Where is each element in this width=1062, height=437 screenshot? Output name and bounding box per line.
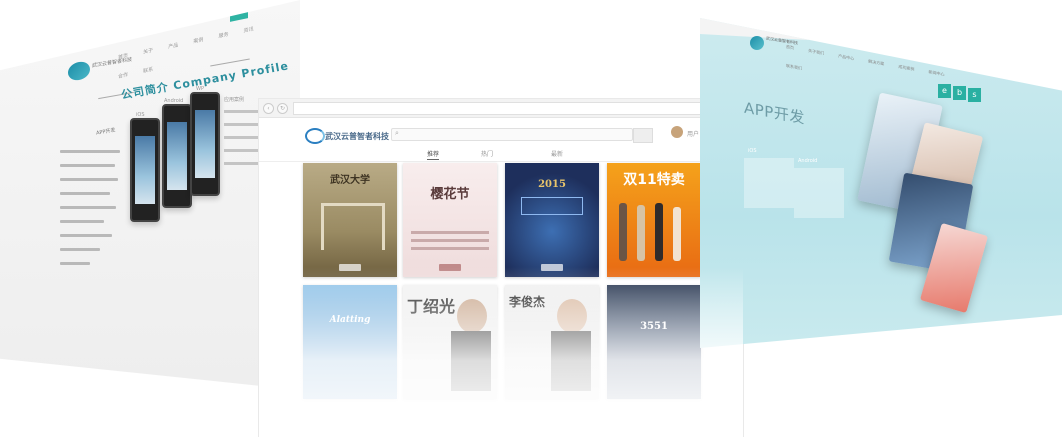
phone-mockup: [190, 92, 220, 196]
card-caption: Alatting: [329, 315, 371, 325]
phone-label: WP: [196, 86, 204, 92]
right-nav-item[interactable]: 新闻中心: [928, 69, 944, 78]
card-caption: 李俊杰: [509, 295, 546, 309]
search-input[interactable]: [391, 128, 633, 141]
left-nav-item[interactable]: 关于: [143, 47, 153, 56]
content-card[interactable]: 2015: [505, 163, 599, 277]
platform-label: iOS: [748, 148, 757, 154]
card-caption: 樱花节: [430, 187, 470, 202]
share-icon[interactable]: s: [968, 88, 981, 102]
left-nav-item[interactable]: 资讯: [244, 25, 254, 34]
right-nav-item[interactable]: 首页: [786, 44, 794, 51]
right-website-preview: 武汉云普智者科技 首页 关于我们 产品中心 解决方案 成功案例 新闻中心 联系我…: [700, 18, 1062, 348]
left-text-block: [60, 150, 120, 276]
platform-label: Android: [798, 158, 818, 164]
site-logo-text: 武汉云普智者科技: [325, 132, 389, 141]
card-caption: 双11特卖: [623, 172, 685, 188]
card-caption: 2015: [538, 179, 566, 190]
search-icon: ⌕: [395, 129, 399, 137]
content-card[interactable]: 双11特卖: [607, 163, 701, 277]
content-card[interactable]: 丁绍光: [403, 285, 497, 399]
site-logo-icon: [305, 128, 325, 144]
right-nav: 首页 关于我们 产品中心 解决方案 成功案例 新闻中心 联系我们: [786, 33, 956, 101]
tab-recommended[interactable]: 推荐: [427, 149, 440, 160]
phone-label: Android: [164, 98, 184, 104]
content-card[interactable]: 李俊杰: [505, 285, 599, 399]
right-logo-icon: [750, 36, 764, 50]
left-website-preview: 武汉云普智者科技 首页 关于 产品 案例 服务 资讯 合作 联系 公司简介 Co…: [0, 0, 300, 390]
tab-latest[interactable]: 最新: [551, 149, 563, 158]
content-card[interactable]: 武汉大学: [303, 163, 397, 277]
search-button[interactable]: [633, 128, 653, 143]
browser-toolbar: ‹ ↻: [259, 99, 743, 118]
left-nav-item[interactable]: 服务: [218, 31, 228, 40]
user-name[interactable]: 用户: [687, 129, 699, 138]
phone-mockup: [162, 104, 192, 208]
left-nav-item[interactable]: 首页: [118, 52, 128, 61]
right-nav-item[interactable]: 关于我们: [808, 48, 824, 57]
refresh-icon[interactable]: ↻: [277, 103, 288, 114]
card-action-button[interactable]: [439, 264, 461, 271]
card-caption: 丁绍光: [407, 297, 456, 316]
left-nav-item[interactable]: 产品: [168, 41, 178, 50]
user-avatar[interactable]: [671, 126, 683, 138]
right-nav-item[interactable]: 解决方案: [868, 59, 884, 68]
left-nav-item[interactable]: 联系: [143, 66, 153, 75]
left-logo-icon: [68, 60, 90, 82]
content-card[interactable]: 樱花节: [403, 163, 497, 277]
right-nav-item[interactable]: 联系我们: [786, 63, 802, 72]
email-icon[interactable]: e: [938, 84, 951, 98]
phone-label: iOS: [136, 112, 145, 118]
left-nav-item[interactable]: 案例: [193, 36, 203, 45]
platform-box[interactable]: [744, 158, 794, 208]
address-bar[interactable]: [293, 102, 729, 115]
right-column-label: 应用案例: [224, 97, 245, 103]
content-card[interactable]: Alatting: [303, 285, 397, 399]
blog-icon[interactable]: b: [953, 86, 966, 100]
right-nav-item[interactable]: 成功案例: [898, 64, 914, 73]
back-icon[interactable]: ‹: [263, 103, 274, 114]
phone-mockup: [130, 118, 160, 222]
left-nav-item[interactable]: 合作: [118, 71, 128, 80]
right-page-title: APP开发: [744, 98, 805, 128]
platform-box[interactable]: [794, 168, 844, 218]
card-caption: 3551: [640, 321, 668, 332]
card-action-button[interactable]: [339, 264, 361, 271]
right-nav-item[interactable]: 产品中心: [838, 53, 854, 62]
site-header: 武汉云普智者科技 ⌕ 用户: [259, 118, 743, 148]
content-card[interactable]: 3551: [607, 285, 701, 399]
card-action-button[interactable]: [541, 264, 563, 271]
card-caption: 武汉大学: [330, 175, 370, 186]
showcase-scene: 武汉云普智者科技 首页 关于 产品 案例 服务 资讯 合作 联系 公司简介 Co…: [0, 0, 1062, 437]
left-sidebar-label: APP开发: [95, 127, 116, 137]
center-website-preview: ‹ ↻ 武汉云普智者科技 ⌕ 用户 推荐 热门 最新 + 武汉大学: [258, 98, 744, 437]
category-tabs: 推荐 热门 最新: [259, 147, 743, 162]
tab-popular[interactable]: 热门: [481, 149, 493, 158]
